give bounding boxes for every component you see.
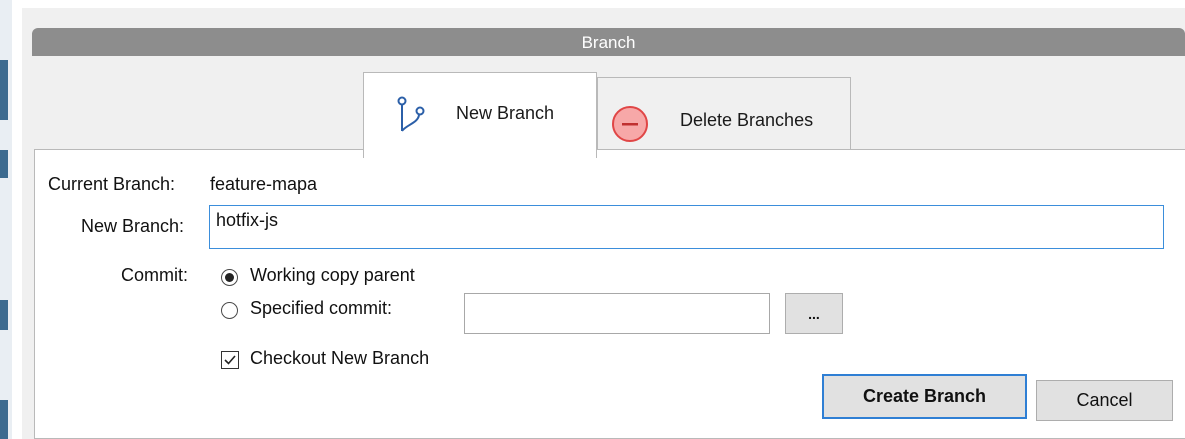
- background-mark: [0, 400, 8, 439]
- specified-commit-radio[interactable]: [221, 302, 238, 319]
- background-mark: [0, 150, 8, 178]
- working-copy-parent-radio[interactable]: [221, 269, 238, 286]
- dialog-titlebar[interactable]: Branch: [32, 28, 1185, 56]
- commit-label: Commit:: [121, 265, 188, 285]
- cancel-button[interactable]: Cancel: [1036, 380, 1173, 421]
- background-mark: [0, 300, 8, 330]
- background-window-edge: [0, 0, 12, 439]
- specified-commit-label: Specified commit:: [250, 298, 393, 318]
- dialog-title: Branch: [581, 33, 636, 52]
- create-branch-button-label: Create Branch: [862, 386, 987, 406]
- working-copy-parent-label: Working copy parent: [250, 265, 415, 285]
- branch-dialog: Branch New Branch Delete Branches Curren…: [22, 8, 1185, 439]
- checkout-new-branch-label: Checkout New Branch: [250, 348, 430, 368]
- browse-commit-button-label: ...: [808, 305, 820, 322]
- current-branch-label: Current Branch:: [48, 174, 176, 194]
- create-branch-button[interactable]: Create Branch: [822, 374, 1027, 419]
- browse-commit-button[interactable]: ...: [785, 293, 843, 334]
- minus-circle-icon: [612, 106, 648, 142]
- current-branch-value: feature-mapa: [210, 174, 318, 194]
- tab-delete-branches[interactable]: Delete Branches: [597, 77, 851, 154]
- branch-icon: [397, 96, 425, 132]
- tab-new-branch-label: New Branch: [456, 103, 555, 123]
- new-branch-label: New Branch:: [81, 216, 185, 236]
- background-mark: [0, 60, 8, 120]
- cancel-button-label: Cancel: [1076, 390, 1133, 410]
- checkout-new-branch-checkbox[interactable]: [221, 351, 239, 369]
- specified-commit-input[interactable]: [464, 293, 770, 334]
- tab-delete-branches-label: Delete Branches: [680, 110, 814, 130]
- new-branch-input[interactable]: hotfix-js: [209, 205, 1164, 249]
- new-branch-panel: Current Branch: feature-mapa New Branch:…: [34, 149, 1185, 439]
- page: Branch New Branch Delete Branches Curren…: [0, 0, 1185, 439]
- tab-new-branch[interactable]: New Branch: [363, 72, 597, 158]
- checkmark-icon: [224, 355, 236, 365]
